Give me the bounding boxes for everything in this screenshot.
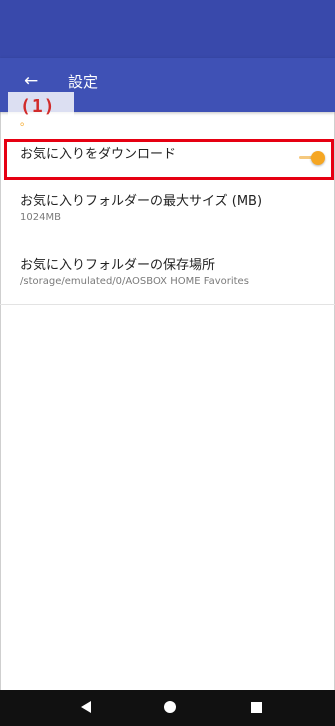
status-bar [0, 0, 335, 58]
setting-title: お気に入りフォルダーの保存場所 [20, 258, 216, 273]
home-icon[interactable] [164, 701, 176, 713]
setting-value: /storage/emulated/0/AOSBOX HOME Favorite… [20, 276, 249, 287]
divider [0, 304, 335, 305]
setting-value: 1024MB [20, 212, 61, 223]
back-arrow-icon[interactable]: ← [24, 71, 38, 91]
section-header: 。 [20, 115, 31, 128]
navigation-bar [0, 690, 335, 726]
back-icon[interactable] [81, 701, 91, 713]
setting-max-folder-size[interactable]: お気に入りフォルダーの最大サイズ (MB) 1024MB [0, 193, 335, 239]
setting-save-location[interactable]: お気に入りフォルダーの保存場所 /storage/emulated/0/AOSB… [0, 257, 335, 303]
page-title: 設定 [68, 73, 99, 91]
setting-title: お気に入りフォルダーの最大サイズ (MB) [20, 194, 263, 209]
annotation-label: (1) [8, 92, 74, 130]
recent-apps-icon[interactable] [251, 702, 262, 713]
annotation-highlight-box [4, 139, 334, 180]
